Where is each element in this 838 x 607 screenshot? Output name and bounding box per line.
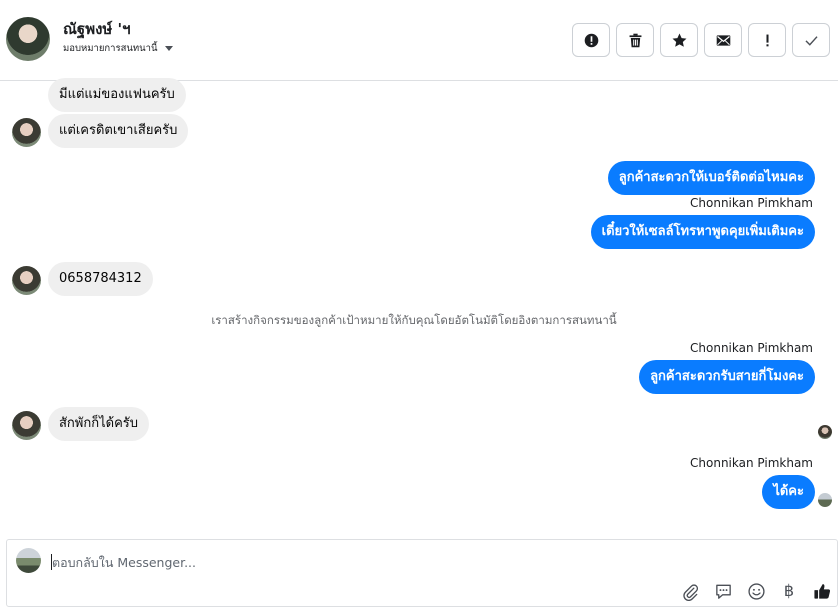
incoming-message[interactable]: แต่เครดิตเขาเสียครับ [48, 114, 189, 148]
quick-reply-icon [715, 584, 731, 599]
attach-file-button[interactable] [678, 579, 702, 603]
outgoing-message[interactable]: ลูกค้าสะดวกให้เบอร์ติดต่อไหมคะ [607, 161, 815, 195]
incoming-message[interactable]: มีแต่แม่ของแฟนครับ [48, 78, 186, 112]
agent-seen-indicator [818, 493, 832, 507]
thumbs-up-icon [813, 583, 830, 599]
sender-name: Chonnikan Pimkham [690, 456, 813, 470]
contact-seen-indicator [818, 425, 832, 439]
assign-conversation-dropdown[interactable]: มอบหมายการสนทนานี้ [63, 41, 173, 55]
envelope-icon [716, 34, 730, 46]
trash-icon [629, 33, 641, 47]
report-button[interactable] [572, 23, 610, 57]
emoji-icon [747, 582, 765, 600]
payment-button[interactable]: ฿ [777, 579, 801, 603]
outgoing-message[interactable]: เดี๋ยวให้เซลล์โทรหาพูดคุยเพิ่มเติมคะ [590, 215, 815, 249]
paperclip-icon [682, 583, 698, 601]
like-button[interactable] [810, 579, 834, 603]
outgoing-message[interactable]: ได้คะ [762, 475, 815, 509]
incoming-message[interactable]: สักพักก็ได้ครับ [48, 407, 150, 441]
emoji-button[interactable] [744, 579, 768, 603]
incoming-message[interactable]: 0658784312 [48, 262, 153, 296]
outgoing-message[interactable]: ลูกค้าสะดวกรับสายกี่โมงคะ [639, 360, 815, 394]
caret-down-icon [164, 45, 173, 51]
baht-icon: ฿ [783, 581, 795, 600]
mark-unread-button[interactable] [704, 23, 742, 57]
assign-conversation-label: มอบหมายการสนทนานี้ [63, 42, 158, 54]
exclamation-icon [765, 34, 769, 46]
agent-avatar [16, 548, 41, 573]
star-icon [672, 33, 686, 47]
contact-mini-avatar [12, 411, 41, 440]
saved-replies-button[interactable] [711, 579, 735, 603]
conversation-toolbar [572, 23, 830, 57]
star-button[interactable] [660, 23, 698, 57]
alert-circle-icon [584, 33, 598, 47]
follow-up-button[interactable] [748, 23, 786, 57]
sender-name: Chonnikan Pimkham [690, 341, 813, 355]
checkmark-icon [804, 35, 818, 46]
delete-button[interactable] [616, 23, 654, 57]
contact-mini-avatar [12, 118, 41, 147]
composer-toolbar: ฿ [678, 579, 834, 603]
mark-done-button[interactable] [792, 23, 830, 57]
reply-input[interactable] [52, 552, 652, 572]
system-notice: เราสร้างกิจกรรมของลูกค้าเป้าหมายให้กับคุ… [211, 313, 617, 327]
sender-name: Chonnikan Pimkham [690, 196, 813, 210]
reply-composer: ฿ [6, 539, 838, 607]
contact-name[interactable]: ณัฐพงษ์ 'ฯ [63, 17, 131, 41]
conversation-header: ณัฐพงษ์ 'ฯ มอบหมายการสนทนานี้ [0, 0, 838, 81]
contact-avatar[interactable] [6, 17, 50, 61]
contact-mini-avatar [12, 266, 41, 295]
messenger-conversation-panel: ณัฐพงษ์ 'ฯ มอบหมายการสนทนานี้ มีแต่แม่ขอ… [0, 0, 838, 607]
